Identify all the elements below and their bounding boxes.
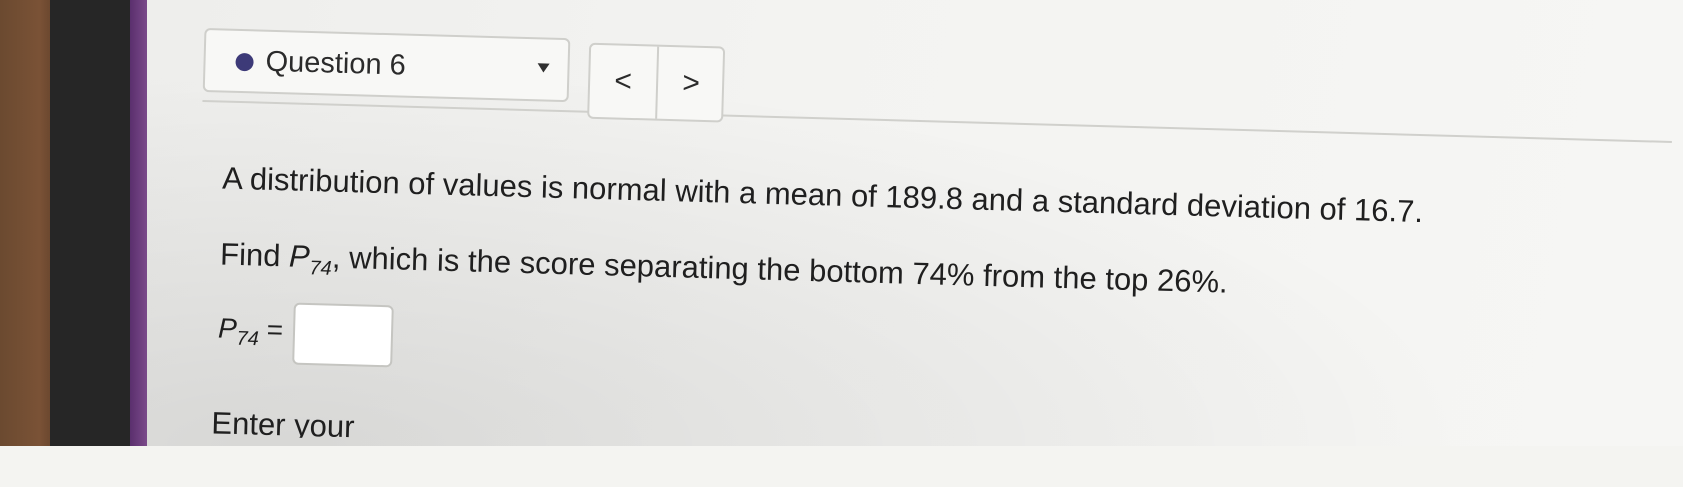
question-page: Question 6 < > A distribution of values … — [193, 10, 1683, 487]
question-prompt: Find P74, which is the score separating … — [220, 237, 1229, 306]
prompt-prefix: Find — [219, 236, 290, 274]
question-nav-buttons: < > — [587, 42, 726, 123]
question-select-dropdown[interactable]: Question 6 — [202, 27, 571, 103]
question-status-dot-icon — [235, 52, 254, 72]
monitor-bezel-accent — [130, 0, 147, 446]
answer-instructions-partial: Enter your — [211, 405, 355, 440]
previous-question-button[interactable]: < — [589, 44, 660, 119]
answer-row: P74 = — [217, 301, 394, 368]
prompt-suffix: , which is the score separating the bott… — [331, 239, 1229, 300]
question-select-label: Question 6 — [265, 45, 407, 82]
question-statement: A distribution of values is normal with … — [221, 160, 1424, 230]
next-question-button[interactable]: > — [657, 47, 725, 121]
monitor-bezel-dark — [50, 0, 130, 446]
percentile-symbol: P74 — [288, 238, 332, 280]
answer-input[interactable] — [292, 302, 394, 368]
chevron-down-icon — [537, 63, 550, 73]
answer-label: P74 = — [217, 312, 284, 351]
